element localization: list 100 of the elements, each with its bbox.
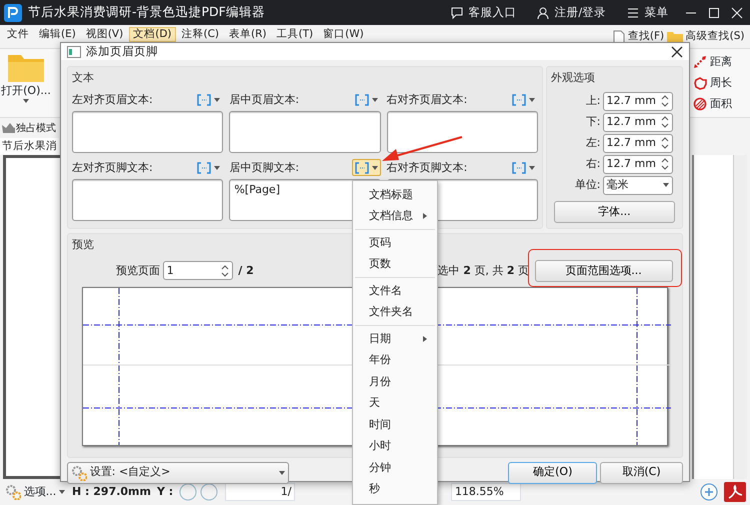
field-label: 右对齐页脚文本: [386, 160, 468, 176]
brackets-icon [512, 162, 526, 174]
menu-item[interactable]: 文件夹名 [353, 302, 437, 323]
dialog-icon [67, 46, 81, 58]
toolbar-link-label: 注册/登录 [554, 4, 606, 21]
pdf-icon[interactable] [724, 482, 746, 502]
menu-item[interactable]: 日期 [353, 328, 437, 350]
text-area[interactable] [229, 110, 381, 153]
menu-item[interactable]: 月份 [353, 371, 437, 392]
options-button[interactable]: 选项... [4, 482, 66, 502]
gear-icon [5, 484, 21, 500]
field-label: 左对齐页脚文本: [72, 160, 153, 176]
spinner-icon [660, 137, 668, 150]
brackets-icon [197, 162, 212, 174]
menu-item[interactable]: 年份 [353, 350, 437, 371]
group-title: 外观选项 [550, 70, 595, 86]
page-range-button[interactable]: 页面范围选项... [534, 260, 672, 282]
field-label: 居中页脚文本: [229, 160, 300, 176]
page-spinner[interactable]: 1 [162, 261, 233, 280]
menu-bar-item[interactable]: 窗口(W) [319, 27, 368, 42]
page-total: / 2 [238, 262, 254, 278]
ok-button[interactable]: 确定(O) [508, 462, 598, 484]
menu-item[interactable]: 页数 [353, 254, 437, 275]
menu-bar-item[interactable]: 编辑(E) [35, 27, 80, 42]
margin-field[interactable]: 12.7 mm [602, 112, 672, 132]
font-button[interactable]: 字体... [554, 201, 676, 224]
caret-icon [59, 490, 65, 494]
unit-dropdown[interactable]: 毫米 [602, 176, 672, 195]
navigation-icon[interactable] [179, 483, 220, 501]
settings-dropdown[interactable]: 设置: <自定义> [67, 462, 289, 484]
field-label: 右对齐页眉文本: [386, 92, 468, 108]
group-title: 预览 [72, 237, 94, 254]
scrollbar[interactable] [733, 155, 747, 479]
menu-item[interactable]: 文件名 [353, 280, 437, 302]
area-icon [693, 97, 707, 112]
toolbar-link[interactable]: 注册/登录 [536, 4, 606, 22]
window-title: 节后水果消费调研-背景色迅捷PDF编辑器 [28, 3, 265, 22]
toolbar-link-label: 菜单 [644, 4, 668, 21]
menu-bar-item[interactable]: 视图(V) [82, 27, 128, 42]
spinner-icon [220, 264, 229, 277]
caret-icon [279, 470, 285, 474]
y-coordinate: Y : [156, 484, 174, 500]
caret-icon [528, 166, 535, 170]
menu-item[interactable]: 页码 [353, 232, 437, 254]
distance-icon [693, 54, 707, 69]
menu-bar-item[interactable]: 注释(C) [178, 27, 224, 42]
menu-item[interactable]: 小时 [353, 436, 437, 457]
menu-item[interactable]: 秒 [353, 478, 437, 500]
toolbar-button[interactable]: 高级查找(S) [686, 30, 744, 43]
caret-icon [214, 166, 220, 170]
measure-button[interactable]: 周长 [692, 74, 744, 92]
caret-icon [372, 166, 378, 170]
group-title: 文本 [72, 70, 95, 86]
user-icon [536, 6, 550, 20]
measure-button[interactable]: 距离 [692, 52, 744, 71]
text-area[interactable] [386, 110, 538, 153]
zoom-field[interactable]: 118.55% [451, 482, 522, 502]
zoom-in-icon[interactable] [700, 483, 718, 501]
margin-field[interactable]: 12.7 mm [602, 134, 672, 153]
cancel-button[interactable]: 取消(C) [600, 462, 683, 484]
gear-icon [71, 464, 87, 480]
measure-button[interactable]: 面积 [692, 95, 744, 114]
menu-item[interactable]: 时间 [353, 414, 437, 436]
insert-field-button[interactable] [352, 159, 381, 176]
caret-icon [214, 98, 220, 102]
unit-label: 单位: [574, 177, 600, 193]
perimeter-icon [693, 76, 707, 90]
toolbar-link[interactable]: 客服入口 [450, 4, 516, 22]
brackets-icon [354, 162, 369, 174]
document-tab[interactable]: 节后水果消 [0, 138, 59, 155]
menu-icon [626, 6, 640, 20]
menu-item[interactable]: 天 [353, 392, 437, 414]
margin-label: 下: [586, 114, 600, 130]
text-area[interactable] [72, 178, 224, 221]
text-area[interactable] [72, 110, 224, 153]
range-text: 选中 2 页, 共 2 页 [438, 262, 529, 278]
menu-bar-item[interactable]: 工具(T) [272, 27, 318, 42]
toolbar-link[interactable]: 菜单 [626, 4, 668, 22]
app-logo-icon [4, 4, 22, 22]
maximize-icon[interactable] [708, 6, 720, 18]
margin-field[interactable]: 12.7 mm [602, 154, 672, 174]
field-label: 居中页眉文本: [229, 92, 300, 108]
open-button[interactable]: 打开(O)... [0, 82, 52, 104]
margin-label: 上: [586, 93, 600, 109]
field-label: 左对齐页眉文本: [72, 92, 153, 108]
page-height: H : 297.0mm [72, 484, 151, 500]
crown-icon [2, 122, 15, 134]
menu-bar-item[interactable]: 文档(D) [129, 27, 176, 42]
menu-bar-item[interactable]: 表单(R) [225, 27, 271, 42]
brackets-icon [512, 94, 526, 106]
caret-icon [528, 98, 535, 102]
brackets-icon [354, 94, 369, 106]
caret-icon [22, 99, 29, 104]
mode-toggle[interactable]: 独占模式 [16, 120, 56, 136]
page-field[interactable]: 1/ [225, 482, 296, 502]
close-icon[interactable] [671, 46, 683, 58]
menu-item[interactable]: 分钟 [353, 457, 437, 478]
margin-field[interactable]: 12.7 mm [602, 92, 672, 111]
toolbar-button[interactable]: 查找(F) [628, 30, 664, 43]
menu-bar-item[interactable]: 文件 [3, 27, 33, 42]
